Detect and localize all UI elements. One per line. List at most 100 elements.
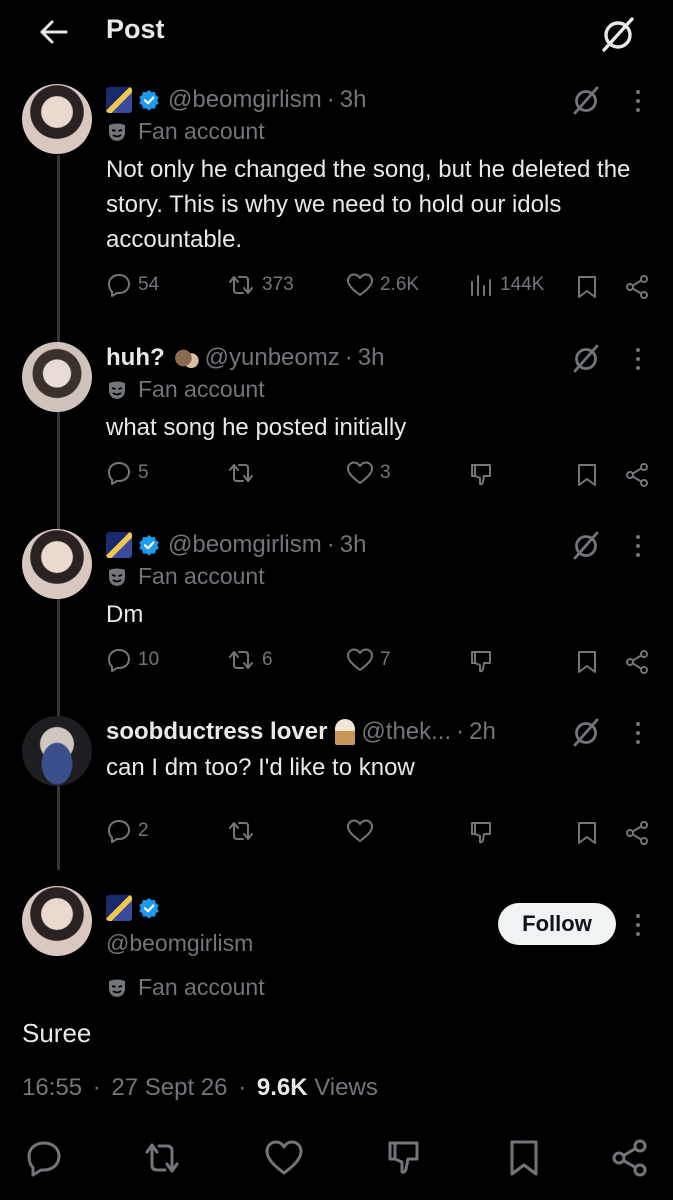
like-icon [347,273,373,296]
views-button[interactable]: 144K [468,272,544,298]
more-icon[interactable] [628,346,648,372]
fan-account-label: Fan account [106,563,265,590]
repost-button[interactable]: 373 [226,272,294,298]
dislike-icon[interactable] [468,820,496,846]
share-icon[interactable] [624,649,650,675]
action-bar: 5 3 [106,460,654,490]
grok-icon[interactable] [570,716,602,748]
fan-account-label: Fan account [106,118,265,145]
repost-icon [229,276,253,294]
avatar[interactable] [22,886,92,956]
reply-item[interactable]: @beomgirlism · 3h Fan account Not only h… [0,84,673,314]
dislike-icon[interactable] [468,462,496,488]
verified-icon [139,90,159,111]
avatar[interactable] [22,84,92,154]
like-button[interactable] [346,818,380,844]
grok-icon[interactable] [598,14,638,54]
reply-time: 3h [339,531,367,558]
repost-button[interactable] [226,818,262,844]
page-title: Post [106,14,165,44]
mask-icon [109,381,125,399]
reply-handle[interactable]: @beomgirlism [168,86,322,114]
mask-icon [109,979,125,997]
back-arrow-icon[interactable] [36,14,72,50]
mask-icon [109,568,125,586]
fan-account-label: Fan account [106,376,265,403]
repost-button[interactable]: 6 [226,647,273,673]
avatar[interactable] [22,716,92,786]
main-post-text: Suree [22,1018,92,1048]
like-icon[interactable] [264,1138,304,1178]
reply-button[interactable]: 54 [106,272,159,298]
bookmark-icon[interactable] [574,462,600,488]
reply-button[interactable]: 10 [106,647,159,673]
reply-time: 2h [469,718,496,745]
like-button[interactable]: 7 [346,647,391,673]
verified-icon [139,535,159,556]
grok-icon[interactable] [570,84,602,116]
reply-display-name[interactable]: soobductress lover [106,718,327,746]
action-bar: 2 [106,818,654,848]
reply-handle[interactable]: @thek... [361,718,451,746]
reply-item[interactable]: @beomgirlism · 3h Fan account Dm 10 6 7 [0,529,673,689]
follow-button[interactable]: Follow [498,903,616,945]
share-icon[interactable] [624,820,650,846]
share-icon[interactable] [624,274,650,300]
reply-time: 3h [339,86,367,113]
reply-text: Dm [106,601,144,628]
grok-icon[interactable] [570,529,602,561]
like-icon [347,819,373,842]
more-icon[interactable] [628,720,648,746]
like-icon [347,461,373,484]
mask-icon [109,123,125,141]
verified-icon [139,898,159,919]
reply-button[interactable]: 5 [106,460,149,486]
bookmark-icon[interactable] [574,274,600,300]
reply-icon [108,462,130,485]
avatar[interactable] [22,529,92,599]
reply-item[interactable]: huh? @yunbeomz · 3h Fan account what son… [0,342,673,502]
share-icon[interactable] [610,1138,650,1178]
dislike-icon[interactable] [384,1138,424,1178]
views-label: Views [314,1074,378,1101]
reply-icon [108,820,130,843]
like-icon [347,648,373,671]
otter-emoji-icon [172,345,199,371]
repost-icon[interactable] [142,1138,182,1178]
reply-handle[interactable]: @yunbeomz [205,344,340,372]
reply-icon[interactable] [24,1138,64,1178]
more-icon[interactable] [628,88,648,114]
reply-icon [108,649,130,672]
repost-icon [229,651,253,669]
bookmark-icon[interactable] [574,820,600,846]
bookmark-icon[interactable] [574,649,600,675]
star-emoji-icon [106,87,132,113]
top-bar: Post [0,0,673,62]
reply-text: Not only he changed the song, but he del… [106,156,631,253]
share-icon[interactable] [624,462,650,488]
dislike-icon[interactable] [468,649,496,675]
reply-item[interactable]: soobductress lover @thek... · 2h can I d… [0,716,673,856]
repost-button[interactable] [226,460,262,486]
star-emoji-icon [106,532,132,558]
more-icon[interactable] [628,912,648,938]
reply-display-name[interactable]: huh? [106,344,165,372]
post-action-bar [0,1130,673,1186]
views-icon [471,275,491,296]
bookmark-icon[interactable] [504,1138,544,1178]
reply-handle[interactable]: @beomgirlism [168,531,322,559]
avatar[interactable] [22,342,92,412]
reply-button[interactable]: 2 [106,818,149,844]
more-icon[interactable] [628,533,648,559]
like-button[interactable]: 3 [346,460,391,486]
grok-icon[interactable] [570,342,602,374]
reply-text: can I dm too? I'd like to know [106,754,415,781]
repost-icon [229,822,253,840]
reply-icon [108,274,130,297]
post-time: 16:55 [22,1074,83,1101]
action-bar: 10 6 7 [106,647,654,677]
views-count[interactable]: 9.6K [257,1074,308,1101]
post-meta: 16:55 · 27 Sept 26 · 9.6K Views [22,1074,378,1101]
like-button[interactable]: 2.6K [346,272,419,298]
main-post-handle[interactable]: @beomgirlism [106,930,253,957]
